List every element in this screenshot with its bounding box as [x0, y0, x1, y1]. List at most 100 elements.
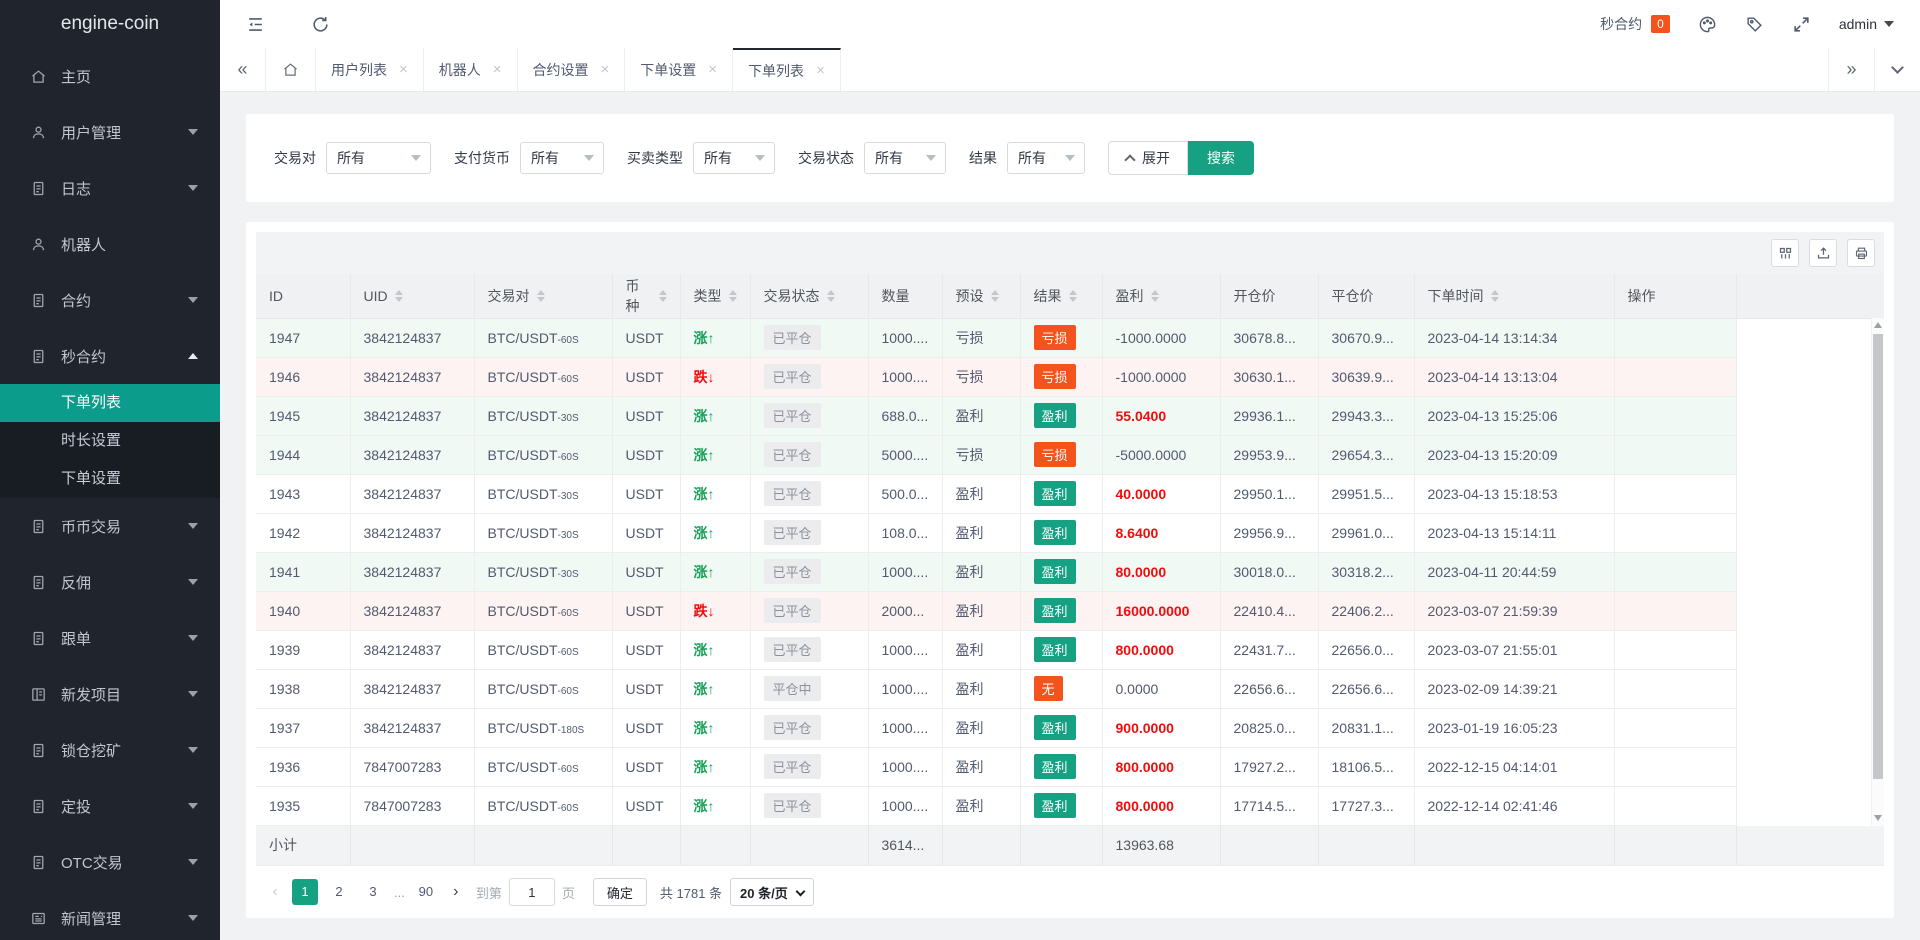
- scroll-down-arrow-icon[interactable]: [1872, 815, 1884, 821]
- table-scrollbar[interactable]: [1871, 318, 1884, 825]
- scroll-up-arrow-icon[interactable]: [1872, 322, 1884, 328]
- sidebar-item-contracts[interactable]: 合约: [0, 272, 220, 328]
- sidebar-item-spot-trading[interactable]: 币币交易: [0, 498, 220, 554]
- refresh-icon[interactable]: [311, 15, 330, 34]
- column-header-coin[interactable]: 币种: [612, 274, 681, 319]
- user-menu[interactable]: admin: [1839, 16, 1894, 32]
- filter-select-result[interactable]: 所有: [1007, 142, 1085, 174]
- filter-select-trade-type[interactable]: 所有: [693, 142, 775, 174]
- fullscreen-icon[interactable]: [1792, 15, 1811, 34]
- cell-close-price: 30318.2...: [1318, 552, 1415, 592]
- cell-close-price: 30639.9...: [1318, 357, 1415, 397]
- page-size-select[interactable]: 20 条/页: [730, 878, 814, 906]
- confirm-page-button[interactable]: 确定: [592, 878, 647, 906]
- close-icon[interactable]: ×: [708, 61, 717, 78]
- cell-action[interactable]: [1614, 318, 1737, 358]
- sidebar-item-second-contracts[interactable]: 秒合约: [0, 328, 220, 384]
- sidebar-item-logs[interactable]: 日志: [0, 160, 220, 216]
- scrollbar-thumb[interactable]: [1873, 334, 1883, 779]
- column-header-pair[interactable]: 交易对: [474, 274, 613, 319]
- page-number-3[interactable]: 3: [360, 879, 386, 905]
- next-page-button[interactable]: ›: [443, 883, 469, 901]
- column-header-result[interactable]: 结果: [1020, 274, 1103, 319]
- close-icon[interactable]: ×: [816, 62, 825, 79]
- page-number-1[interactable]: 1: [292, 879, 318, 905]
- filter-select-pair[interactable]: 所有: [326, 142, 431, 174]
- cell-action[interactable]: [1614, 357, 1737, 397]
- tab-contract-settings[interactable]: 合约设置 ×: [518, 48, 626, 91]
- sidebar-subitem-duration-settings[interactable]: 时长设置: [0, 422, 220, 460]
- print-button[interactable]: [1847, 239, 1875, 267]
- search-button[interactable]: 搜索: [1188, 141, 1254, 175]
- cell-action[interactable]: [1614, 630, 1737, 670]
- close-icon[interactable]: ×: [493, 61, 502, 78]
- menu-fold-icon[interactable]: [246, 15, 265, 34]
- page-number-2[interactable]: 2: [326, 879, 352, 905]
- column-header-type[interactable]: 类型: [680, 274, 751, 319]
- second-contract-notice[interactable]: 秒合约 0: [1600, 14, 1670, 34]
- status-tag: 已平仓: [763, 442, 821, 467]
- tabs-scroll-left-button[interactable]: «: [220, 48, 266, 91]
- tab-user-list[interactable]: 用户列表 ×: [316, 48, 424, 91]
- sort-icon[interactable]: [1068, 289, 1077, 302]
- sort-icon[interactable]: [658, 289, 667, 302]
- page-number-90[interactable]: 90: [413, 879, 439, 905]
- close-icon[interactable]: ×: [601, 61, 610, 78]
- cell-uid: 3842124837: [350, 513, 475, 553]
- cell-action[interactable]: [1614, 552, 1737, 592]
- expand-filters-button[interactable]: 展开: [1108, 141, 1188, 175]
- export-button[interactable]: [1809, 239, 1837, 267]
- sidebar-item-auto-invest[interactable]: 定投: [0, 778, 220, 834]
- tab-order-settings[interactable]: 下单设置 ×: [625, 48, 734, 91]
- sidebar-item-news-management[interactable]: 新闻管理: [0, 890, 220, 940]
- sidebar-item-lock-mining[interactable]: 锁仓挖矿: [0, 722, 220, 778]
- cell-action[interactable]: [1614, 786, 1737, 826]
- goto-page-input[interactable]: [508, 878, 555, 906]
- cell-action[interactable]: [1614, 474, 1737, 514]
- theme-palette-icon[interactable]: [1698, 15, 1717, 34]
- cell-action[interactable]: [1614, 396, 1737, 436]
- prev-page-button[interactable]: ‹: [262, 883, 288, 901]
- filter-select-pay-currency[interactable]: 所有: [520, 142, 604, 174]
- cell-action[interactable]: [1614, 591, 1737, 631]
- sort-icon[interactable]: [826, 289, 835, 302]
- sidebar-item-copy-trading[interactable]: 跟单: [0, 610, 220, 666]
- cell-type: 涨↑: [680, 396, 751, 436]
- sidebar-item-new-projects[interactable]: 新发项目: [0, 666, 220, 722]
- columns-setting-button[interactable]: [1771, 239, 1799, 267]
- tab-robots[interactable]: 机器人 ×: [424, 48, 518, 91]
- filter-select-trade-status[interactable]: 所有: [864, 142, 946, 174]
- sidebar-item-user-management[interactable]: 用户管理: [0, 104, 220, 160]
- sidebar-item-otc-trading[interactable]: OTC交易: [0, 834, 220, 890]
- sort-icon[interactable]: [394, 289, 403, 302]
- cell-action[interactable]: [1614, 435, 1737, 475]
- sort-icon[interactable]: [1490, 289, 1499, 302]
- sidebar-item-robots[interactable]: 机器人: [0, 216, 220, 272]
- tabs-menu-button[interactable]: [1874, 48, 1920, 91]
- tabs-scroll-right-button[interactable]: »: [1828, 48, 1874, 91]
- cell-action[interactable]: [1614, 708, 1737, 748]
- column-header-uid[interactable]: UID: [350, 274, 475, 319]
- sort-icon[interactable]: [728, 289, 737, 302]
- home-tab-button[interactable]: [266, 48, 316, 91]
- column-header-time[interactable]: 下单时间: [1414, 274, 1615, 319]
- sort-icon[interactable]: [536, 289, 545, 302]
- tag-icon[interactable]: [1745, 15, 1764, 34]
- sidebar-item-rebate[interactable]: 反佣: [0, 554, 220, 610]
- column-header-preset[interactable]: 预设: [942, 274, 1021, 319]
- subtotal-cell: [612, 825, 681, 866]
- close-icon[interactable]: ×: [399, 61, 408, 78]
- column-header-status[interactable]: 交易状态: [750, 274, 869, 319]
- cell-action[interactable]: [1614, 747, 1737, 787]
- column-header-profit[interactable]: 盈利: [1102, 274, 1221, 319]
- cell-uid: 7847007283: [350, 747, 475, 787]
- sort-icon[interactable]: [1150, 289, 1159, 302]
- sidebar-subitem-order-list[interactable]: 下单列表: [0, 384, 220, 422]
- tab-order-list[interactable]: 下单列表 ×: [733, 48, 841, 91]
- sidebar-item-home[interactable]: 主页: [0, 48, 220, 104]
- cell-amount: 1000....: [868, 630, 943, 670]
- sort-icon[interactable]: [990, 289, 999, 302]
- cell-action[interactable]: [1614, 669, 1737, 709]
- sidebar-subitem-order-settings[interactable]: 下单设置: [0, 460, 220, 498]
- cell-action[interactable]: [1614, 513, 1737, 553]
